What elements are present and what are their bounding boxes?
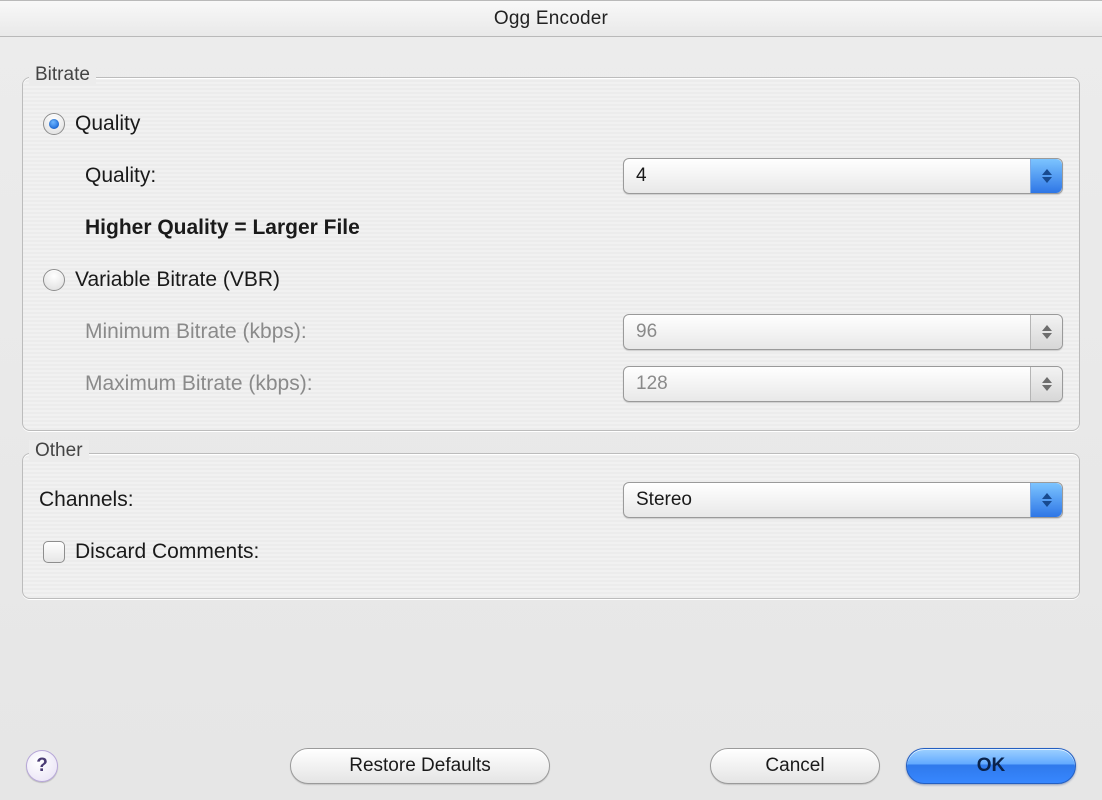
cancel-button[interactable]: Cancel [710,748,880,784]
channels-value: Stereo [636,489,692,511]
restore-defaults-label: Restore Defaults [349,755,491,777]
min-bitrate-popup[interactable]: 96 [623,314,1063,350]
chevron-up-icon [1042,169,1052,175]
channels-row: Channels: Stereo [39,478,1063,522]
stepper-arrows-icon [1030,315,1062,349]
quality-hint-row: Higher Quality = Larger File [39,206,1063,250]
min-bitrate-label: Minimum Bitrate (kbps): [85,320,545,344]
stepper-arrows-icon [1030,159,1062,193]
chevron-down-icon [1042,333,1052,339]
discard-label: Discard Comments: [75,540,259,564]
chevron-up-icon [1042,377,1052,383]
help-icon: ? [36,755,48,777]
window-title-text: Ogg Encoder [494,8,608,29]
chevron-up-icon [1042,325,1052,331]
ok-button[interactable]: OK [906,748,1076,784]
radio-quality-label: Quality [75,112,140,136]
max-bitrate-value: 128 [636,373,668,395]
quality-value: 4 [636,165,647,187]
max-bitrate-row: Maximum Bitrate (kbps): 128 [39,362,1063,406]
radio-vbr[interactable]: Variable Bitrate (VBR) [39,262,284,298]
help-button[interactable]: ? [26,750,58,782]
channels-popup[interactable]: Stereo [623,482,1063,518]
mode-quality-row: Quality [39,102,1063,146]
stepper-arrows-icon [1030,367,1062,401]
discard-checkbox[interactable]: Discard Comments: [39,534,263,570]
radio-vbr-label: Variable Bitrate (VBR) [75,268,280,292]
radio-dot-icon [43,113,65,135]
discard-row: Discard Comments: [39,530,1063,574]
chevron-down-icon [1042,177,1052,183]
ok-label: OK [977,755,1006,777]
max-bitrate-popup[interactable]: 128 [623,366,1063,402]
radio-quality[interactable]: Quality [39,106,144,142]
window-title: Ogg Encoder [0,1,1102,37]
mode-vbr-row: Variable Bitrate (VBR) [39,258,1063,302]
quality-hint: Higher Quality = Larger File [85,216,360,240]
other-group: Other Channels: Stereo Discard [22,453,1080,599]
ogg-encoder-window: Ogg Encoder Bitrate Quality Quality: 4 [0,0,1102,800]
chevron-down-icon [1042,385,1052,391]
other-group-label: Other [29,440,89,462]
channels-label: Channels: [39,488,499,512]
button-bar: ? Restore Defaults Cancel OK [0,748,1102,784]
quality-row: Quality: 4 [39,154,1063,198]
quality-field-label: Quality: [85,164,545,188]
min-bitrate-row: Minimum Bitrate (kbps): 96 [39,310,1063,354]
max-bitrate-label: Maximum Bitrate (kbps): [85,372,545,396]
min-bitrate-value: 96 [636,321,657,343]
restore-defaults-button[interactable]: Restore Defaults [290,748,550,784]
chevron-up-icon [1042,493,1052,499]
stepper-arrows-icon [1030,483,1062,517]
chevron-down-icon [1042,501,1052,507]
bitrate-group: Bitrate Quality Quality: 4 [22,77,1080,431]
cancel-label: Cancel [765,755,824,777]
bitrate-group-label: Bitrate [29,64,96,86]
quality-popup[interactable]: 4 [623,158,1063,194]
window-content: Bitrate Quality Quality: 4 [0,37,1102,657]
checkbox-box-icon [43,541,65,563]
radio-dot-icon [43,269,65,291]
